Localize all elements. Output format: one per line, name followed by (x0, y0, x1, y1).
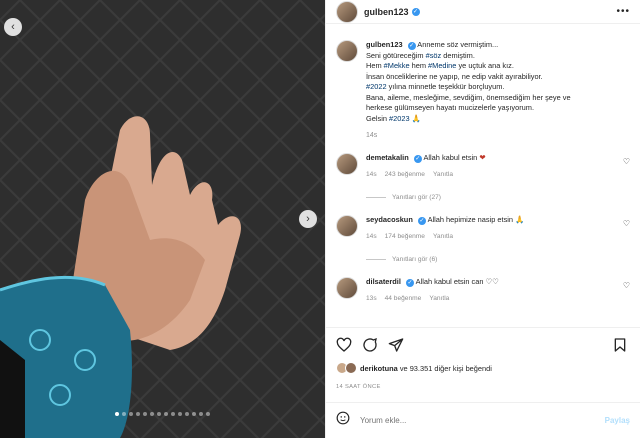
post-header: gulben123 ✓ ••• (326, 0, 640, 24)
verified-badge-icon: ✓ (417, 217, 426, 225)
caption-line: Seni götüreceğim (366, 50, 426, 60)
liker-username[interactable]: derikotuna (360, 364, 398, 373)
carousel-next-button[interactable]: › (299, 210, 317, 228)
likes-summary[interactable]: derikotuna ve 93.351 diğer kişi beğendi (336, 362, 630, 374)
comment-text: Allah kabul etsin (423, 153, 478, 162)
caption-line: İnsan önceliklerine ne yapıp, ne edip va… (366, 71, 543, 81)
likes-count-text[interactable]: ve 93.351 diğer kişi beğendi (398, 364, 492, 373)
carousel-indicator (0, 412, 325, 416)
comment-emoji: 🙏 (515, 215, 525, 224)
caption-line: ye uçtuk ana kız. (456, 61, 514, 70)
heart-icon[interactable]: ♡ (623, 281, 630, 290)
caption-emoji: 🙏 (411, 113, 421, 123)
post-photo[interactable]: ‹ › (0, 0, 325, 438)
post-timestamp[interactable]: 14 SAAT ÖNCE (336, 384, 630, 390)
chevron-right-icon: › (306, 213, 310, 225)
caption-line: Hem (366, 61, 384, 70)
verified-badge-icon: ✓ (413, 155, 422, 163)
verified-badge-icon: ✓ (411, 7, 420, 16)
comment-username[interactable]: demetakalin (366, 153, 409, 162)
avatar[interactable] (336, 215, 358, 237)
like-heart-icon[interactable] (336, 337, 354, 355)
heart-icon[interactable]: ♡ (623, 219, 630, 228)
carousel-dot (164, 412, 168, 416)
verified-badge-icon: ✓ (405, 279, 414, 287)
photo-image (0, 0, 325, 438)
heart-icon[interactable]: ♡ (623, 157, 630, 166)
comment-likes[interactable]: 243 beğenme (385, 171, 425, 178)
caption-line: hem (409, 61, 429, 70)
comment-likes[interactable]: 44 beğenme (385, 295, 422, 302)
carousel-dot (185, 412, 189, 416)
caption-line: demiştim. (441, 50, 475, 60)
comment-emoji: ♡♡ (485, 277, 499, 286)
more-horizontal-icon[interactable]: ••• (616, 6, 630, 17)
comment-username[interactable]: dilsaterdil (366, 277, 401, 286)
comments-area: gulben123 ✓ Annemе söz vermiştim... Seni… (326, 24, 640, 327)
view-replies-label: Yanıtları gör (6) (392, 256, 438, 263)
comment-bubble-icon[interactable] (362, 337, 380, 355)
comment-composer: Paylaş (326, 402, 640, 438)
comment-text: Allah hepimize nasip etsin (427, 215, 514, 224)
reply-button[interactable]: Yanıtla (433, 233, 453, 240)
carousel-dot (192, 412, 196, 416)
author-username[interactable]: gulben123 (364, 7, 409, 17)
comment: seydacoskun ✓ Allah hepimize nasip etsin… (336, 215, 630, 242)
hashtag-link[interactable]: #Mekke (384, 61, 410, 70)
carousel-dot (157, 412, 161, 416)
view-replies-label: Yanıtları gör (27) (392, 194, 441, 201)
reply-button[interactable]: Yanıtla (429, 295, 449, 302)
caption-username[interactable]: gulben123 (366, 40, 403, 49)
verified-badge-icon: ✓ (407, 42, 416, 50)
avatar (345, 362, 357, 374)
caption-line: herkese gülümseyen hayatı mucizelerle ya… (366, 103, 535, 112)
carousel-dot (115, 412, 119, 416)
comment: dilsaterdil ✓ Allah kabul etsin can ♡♡ 1… (336, 277, 630, 304)
emoji-smiley-icon[interactable] (336, 411, 350, 430)
caption-line: Annemе söz vermiştim... (417, 40, 499, 49)
comment-time[interactable]: 14s (366, 233, 377, 240)
caption-line: yılına minnetle teşekkür borçluyum. (386, 82, 505, 91)
hashtag-link[interactable]: #söz (426, 51, 442, 60)
action-bar: derikotuna ve 93.351 diğer kişi beğendi … (326, 327, 640, 390)
comment-emoji: ❤ (479, 153, 486, 162)
share-send-icon[interactable] (388, 337, 406, 355)
caption: gulben123 ✓ Annemе söz vermiştim... Seni… (336, 40, 630, 124)
comment-likes[interactable]: 174 beğenme (385, 233, 425, 240)
post-comment-button[interactable]: Paylaş (605, 416, 630, 425)
bookmark-icon[interactable] (612, 337, 630, 355)
comment: demetakalin ✓ Allah kabul etsin ❤ 14s 243… (336, 153, 630, 180)
avatar[interactable] (336, 0, 358, 23)
carousel-prev-button[interactable]: ‹ (4, 18, 22, 36)
comment-time[interactable]: 13s (366, 295, 377, 302)
carousel-dot (206, 412, 210, 416)
carousel-dot (129, 412, 133, 416)
comment-time[interactable]: 14s (366, 171, 377, 178)
carousel-dot (143, 412, 147, 416)
carousel-dot (136, 412, 140, 416)
comment-text: Allah kabul etsin can (415, 277, 484, 286)
carousel-dot (122, 412, 126, 416)
comment-input[interactable] (360, 416, 605, 425)
comment-username[interactable]: seydacoskun (366, 215, 413, 224)
reply-button[interactable]: Yanıtla (433, 171, 453, 178)
hashtag-link[interactable]: #2023 (389, 114, 410, 123)
carousel-dot (150, 412, 154, 416)
avatar[interactable] (336, 277, 358, 299)
chevron-left-icon: ‹ (11, 21, 15, 33)
carousel-dot (178, 412, 182, 416)
avatar[interactable] (336, 153, 358, 175)
post-sidebar: gulben123 ✓ ••• gulben123 ✓ Annemе söz v… (325, 0, 640, 438)
carousel-dot (199, 412, 203, 416)
caption-line: Gelsin (366, 113, 390, 123)
caption-time[interactable]: 14s (366, 132, 630, 139)
view-replies-button[interactable]: Yanıtları gör (27) (366, 194, 630, 201)
hashtag-link[interactable]: #2022 (366, 82, 387, 91)
hashtag-link[interactable]: #Medine (428, 61, 456, 70)
view-replies-button[interactable]: Yanıtları gör (6) (366, 256, 630, 263)
carousel-dot (171, 412, 175, 416)
caption-line: Bana, aileme, mesleğime, sevdiğim, önems… (366, 92, 571, 102)
avatar[interactable] (336, 40, 358, 62)
